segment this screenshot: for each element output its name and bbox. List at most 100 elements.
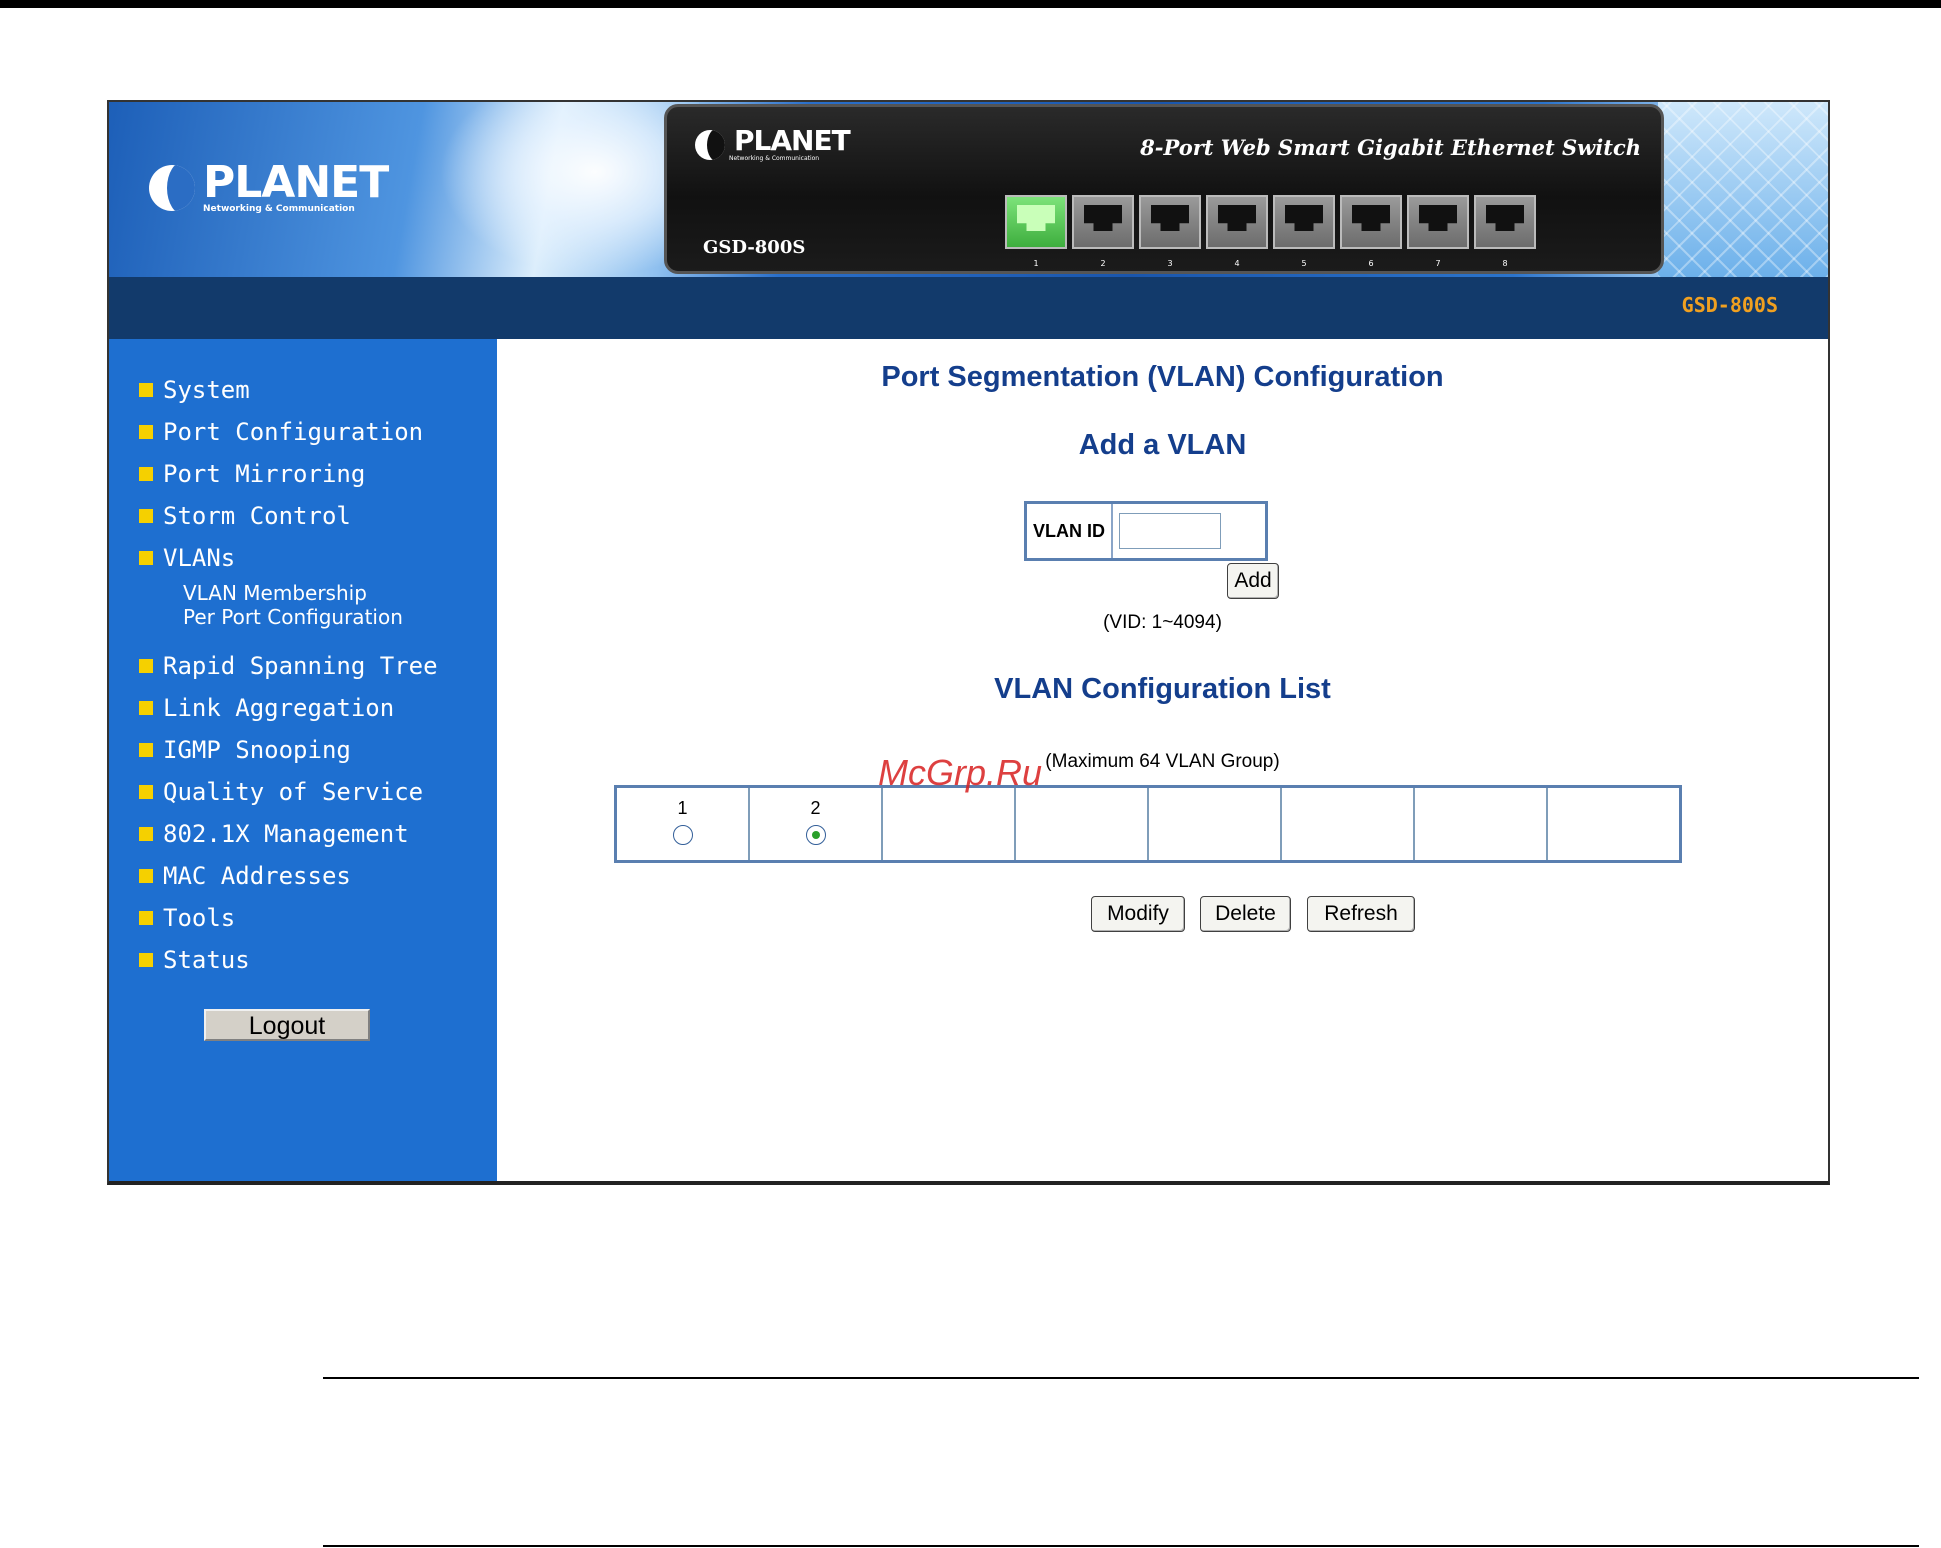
bullet-icon [139,785,153,799]
bullet-icon [139,743,153,757]
vlan-list-heading: VLAN Configuration List [994,673,1331,705]
watermark-text: McGrp.Ru [878,752,1043,793]
sidebar-item-label: Rapid Spanning Tree [163,652,438,680]
add-button[interactable]: Add [1227,563,1279,599]
sidebar-item-rapid-spanning-tree[interactable]: Rapid Spanning Tree [139,645,438,687]
device-title: 8-Port Web Smart Gigabit Ethernet Switch [1140,135,1641,160]
model-badge: GSD-800S [1681,293,1778,317]
sidebar-item-link-aggregation[interactable]: Link Aggregation [139,687,438,729]
device-logo: PLANET Networking & Communication [695,124,851,162]
sidebar-item-quality-of-service[interactable]: Quality of Service [139,771,438,813]
vlan-cell [1415,788,1548,860]
vlan-max-note: (Maximum 64 VLAN Group) [1045,751,1280,772]
sidebar-item-tools[interactable]: Tools [139,897,438,939]
vlan-cell [1149,788,1282,860]
bullet-icon [139,869,153,883]
banner-globe [1658,102,1828,277]
device-model: GSD-800S [703,237,806,258]
port-number-label: 8 [1502,259,1508,268]
sidebar-item-label: Port Configuration [163,418,424,446]
sidebar-item-port-configuration[interactable]: Port Configuration [139,411,438,453]
sidebar-subitem[interactable]: VLAN Membership [183,581,438,605]
port-number-label: 5 [1301,259,1307,268]
bullet-icon [139,659,153,673]
sidebar-item-port-mirroring[interactable]: Port Mirroring [139,453,438,495]
switch-device-image: PLANET Networking & Communication 8-Port… [664,104,1664,274]
sidebar-subitem[interactable]: Per Port Configuration [183,605,438,629]
top-border [0,0,1941,8]
bullet-icon [139,383,153,397]
vlan-cell: 1 [617,788,750,860]
planet-logo: PLANET Networking & Communication [149,157,389,214]
logout-button[interactable]: Logout [204,1009,370,1041]
planet-logo-icon [149,165,195,211]
port-5-icon [1273,195,1335,249]
sidebar: System Port Configuration Port Mirroring St… [109,339,497,1181]
port-1-icon [1005,195,1067,249]
sidebar-item-label: System [163,376,250,404]
vlan-cell: 2 [750,788,883,860]
delete-button[interactable]: Delete [1200,896,1291,932]
planet-logo-word: PLANET [203,157,389,208]
browser-page: PLANET Networking & Communication PLANET… [107,100,1830,1185]
page-title: Port Segmentation (VLAN) Configuration [881,361,1444,393]
bullet-icon [139,509,153,523]
vlan-cell [883,788,1016,860]
bullet-icon [139,827,153,841]
sidebar-item-label: Quality of Service [163,778,424,806]
port-6-icon [1340,195,1402,249]
sidebar-item-label: 802.1X Management [163,820,409,848]
header-navbar: GSD-800S [109,277,1828,339]
sidebar-item-label: Port Mirroring [163,460,366,488]
vlan-cell [1016,788,1149,860]
sidebar-item-label: Storm Control [163,502,351,530]
sidebar-item-802-1x-management[interactable]: 802.1X Management [139,813,438,855]
device-logo-icon [695,129,725,160]
sidebar-item-label: Status [163,946,250,974]
vlan-id-number: 2 [810,798,821,818]
sidebar-item-label: MAC Addresses [163,862,351,890]
vlan-cell [1282,788,1415,860]
port-number-label: 4 [1234,259,1240,268]
sidebar-item-mac-addresses[interactable]: MAC Addresses [139,855,438,897]
port-number-label: 6 [1368,259,1374,268]
bullet-icon [139,551,153,565]
port-8-icon [1474,195,1536,249]
bullet-icon [139,425,153,439]
sidebar-item-status[interactable]: Status [139,939,438,981]
add-vlan-heading: Add a VLAN [1078,429,1247,461]
bullet-icon [139,911,153,925]
vid-range-note: (VID: 1~4094) [1103,612,1222,633]
port-panel [1005,195,1536,249]
port-number-label: 3 [1167,259,1173,268]
vlan-list-table: 12 [614,785,1682,863]
sidebar-menu: System Port Configuration Port Mirroring St… [139,369,438,981]
bullet-icon [139,467,153,481]
header-banner: PLANET Networking & Communication PLANET… [109,102,1828,277]
sidebar-item-igmp-snooping[interactable]: IGMP Snooping [139,729,438,771]
sidebar-item-storm-control[interactable]: Storm Control [139,495,438,537]
main-content: Port Segmentation (VLAN) Configuration A… [497,339,1828,1181]
bullet-icon [139,701,153,715]
horizontal-rule [323,1377,1919,1379]
vlan-select-radio[interactable] [805,825,826,845]
sidebar-item-vlans[interactable]: VLANs [139,537,438,579]
vlan-id-input[interactable] [1119,513,1221,549]
port-4-icon [1206,195,1268,249]
port-7-icon [1407,195,1469,249]
vlan-select-radio[interactable] [672,825,693,845]
sidebar-item-label: Link Aggregation [163,694,395,722]
bullet-icon [139,953,153,967]
refresh-button[interactable]: Refresh [1307,896,1415,932]
device-logo-word: PLANET [734,124,851,157]
port-2-icon [1072,195,1134,249]
sidebar-item-system[interactable]: System [139,369,438,411]
sidebar-item-label: VLANs [163,544,236,572]
sidebar-item-label: IGMP Snooping [163,736,351,764]
port-3-icon [1139,195,1201,249]
horizontal-rule [323,1545,1919,1547]
port-number-labels: 1 2 3 4 5 6 7 8 [1005,259,1536,268]
vlan-id-form: VLAN ID [1024,501,1268,561]
vlan-id-label: VLAN ID [1027,504,1113,558]
modify-button[interactable]: Modify [1091,896,1185,932]
